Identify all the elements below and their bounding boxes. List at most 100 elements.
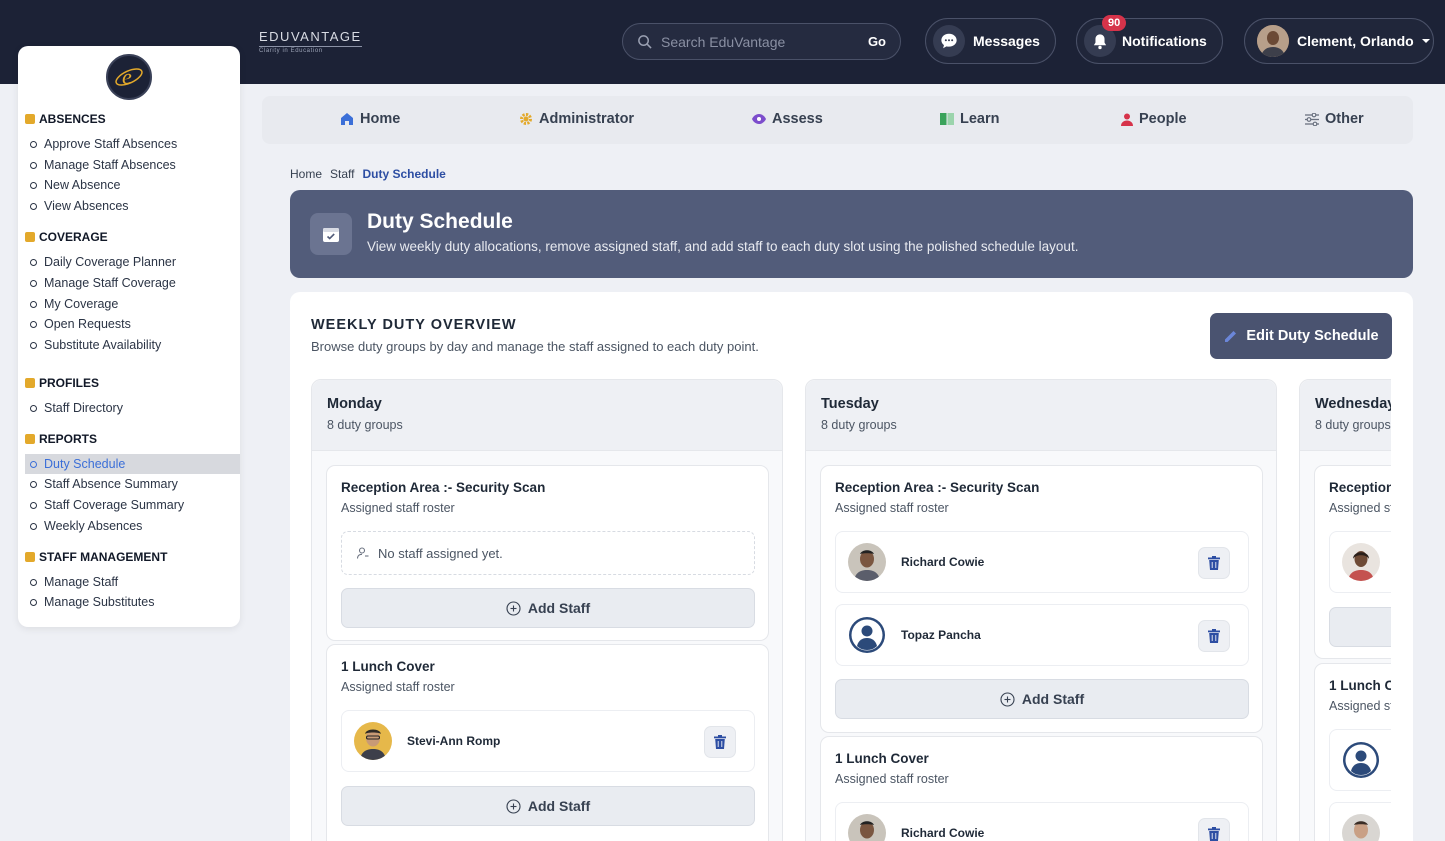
sidebar-item-weekly-absences[interactable]: Weekly Absences bbox=[25, 516, 240, 536]
overview-title: WEEKLY DUTY OVERVIEW bbox=[311, 317, 517, 333]
duty-group-subtitle: Assigned staff roster bbox=[1329, 501, 1391, 515]
sidebar-item-duty-schedule[interactable]: Duty Schedule bbox=[25, 454, 240, 474]
day-name: Monday bbox=[327, 396, 382, 412]
bullet-icon bbox=[30, 578, 37, 586]
bullet-icon bbox=[30, 279, 37, 287]
sidebar-item-staff-directory[interactable]: Staff Directory bbox=[25, 398, 240, 418]
sidebar-item-manage-substitutes[interactable]: Manage Substitutes bbox=[25, 592, 240, 612]
staff-avatar bbox=[1342, 814, 1380, 841]
staff-management-icon bbox=[25, 552, 35, 562]
staff-avatar bbox=[848, 543, 886, 581]
day-group-count: 8 duty groups bbox=[327, 418, 403, 432]
breadcrumb-home[interactable]: Home bbox=[290, 167, 322, 181]
staff-row bbox=[1329, 729, 1391, 791]
nav-assess[interactable]: Assess bbox=[752, 111, 823, 127]
add-staff-button[interactable] bbox=[1329, 607, 1391, 647]
nav-home[interactable]: Home bbox=[340, 111, 400, 127]
breadcrumb: Home Staff Duty Schedule bbox=[290, 167, 446, 181]
sidebar-item-approve-staff-absences[interactable]: Approve Staff Absences bbox=[25, 134, 240, 154]
sidebar-section-staff-management: STAFF MANAGEMENT bbox=[25, 550, 167, 564]
notifications-badge: 90 bbox=[1102, 15, 1127, 31]
trash-icon bbox=[1208, 629, 1220, 643]
nav-administrator[interactable]: Administrator bbox=[519, 111, 634, 127]
staff-name: Topaz Pancha bbox=[901, 628, 981, 642]
remove-staff-button[interactable] bbox=[704, 726, 736, 758]
remove-staff-button[interactable] bbox=[1198, 547, 1230, 579]
bullet-icon bbox=[30, 202, 37, 210]
user-menu-button[interactable]: Clement, Orlando bbox=[1244, 18, 1434, 64]
pencil-icon bbox=[1225, 330, 1237, 342]
edit-duty-schedule-button[interactable]: Edit Duty Schedule bbox=[1210, 313, 1392, 359]
book-icon bbox=[940, 113, 954, 125]
bullet-icon bbox=[30, 501, 37, 509]
day-column-tuesday: Tuesday 8 duty groups Reception Area :- … bbox=[805, 379, 1277, 841]
trash-icon bbox=[714, 735, 726, 749]
add-staff-button[interactable]: Add Staff bbox=[341, 588, 755, 628]
messages-button[interactable]: Messages bbox=[925, 18, 1056, 64]
sidebar-item-new-absence[interactable]: New Absence bbox=[25, 175, 240, 195]
sidebar-item-substitute-availability[interactable]: Substitute Availability bbox=[25, 335, 240, 355]
sidebar-item-manage-staff[interactable]: Manage Staff bbox=[25, 572, 240, 592]
day-column-wednesday: Wednesday 8 duty groups Reception Area :… bbox=[1299, 379, 1391, 841]
add-staff-button[interactable]: Add Staff bbox=[835, 679, 1249, 719]
remove-staff-button[interactable] bbox=[1198, 818, 1230, 841]
user-name: Clement, Orlando bbox=[1297, 33, 1414, 49]
sidebar-item-daily-coverage-planner[interactable]: Daily Coverage Planner bbox=[25, 252, 240, 272]
duty-group: Reception Area :- Security Scan Assigned… bbox=[326, 465, 769, 641]
bullet-icon bbox=[30, 460, 37, 468]
day-header: Tuesday 8 duty groups bbox=[806, 380, 1276, 451]
chevron-down-icon bbox=[1421, 39, 1430, 43]
search-icon bbox=[638, 35, 652, 49]
sliders-icon bbox=[1305, 112, 1319, 126]
chat-icon bbox=[933, 25, 965, 57]
remove-staff-button[interactable] bbox=[1198, 620, 1230, 652]
staff-row bbox=[1329, 531, 1391, 593]
staff-name: Richard Cowie bbox=[901, 555, 985, 569]
bullet-icon bbox=[30, 320, 37, 328]
search-go-button[interactable]: Go bbox=[868, 34, 886, 49]
duty-group-title: Reception Area :- Security Scan bbox=[1329, 480, 1391, 495]
bullet-icon bbox=[30, 598, 37, 606]
sidebar-item-view-absences[interactable]: View Absences bbox=[25, 196, 240, 216]
days-scroller[interactable]: Monday 8 duty groups Reception Area :- S… bbox=[311, 379, 1391, 841]
app-logo[interactable]: e bbox=[106, 54, 152, 100]
day-group-count: 8 duty groups bbox=[1315, 418, 1391, 432]
sidebar-item-open-requests[interactable]: Open Requests bbox=[25, 314, 240, 334]
sidebar-item-my-coverage[interactable]: My Coverage bbox=[25, 294, 240, 314]
sidebar-item-manage-staff-absences[interactable]: Manage Staff Absences bbox=[25, 155, 240, 175]
staff-avatar bbox=[848, 814, 886, 841]
weekly-duty-overview-panel: WEEKLY DUTY OVERVIEW Browse duty groups … bbox=[290, 292, 1413, 841]
duty-group: Reception Area :- Security Scan Assigned… bbox=[1314, 465, 1391, 659]
duty-group-subtitle: Assigned staff roster bbox=[341, 680, 455, 694]
plus-circle-icon bbox=[506, 798, 521, 814]
day-group-count: 8 duty groups bbox=[821, 418, 897, 432]
calendar-icon bbox=[25, 114, 35, 124]
sidebar-section-absences: ABSENCES bbox=[25, 112, 106, 126]
breadcrumb-staff[interactable]: Staff bbox=[330, 167, 354, 181]
id-card-icon bbox=[25, 378, 35, 388]
brand-logo[interactable]: EDUVANTAGE Clarity in Education bbox=[259, 29, 362, 54]
default-avatar-icon bbox=[1342, 741, 1380, 779]
add-staff-button[interactable]: Add Staff bbox=[341, 786, 755, 826]
search-input[interactable] bbox=[661, 33, 868, 50]
coverage-icon bbox=[25, 232, 35, 242]
nav-people[interactable]: People bbox=[1121, 111, 1187, 127]
svg-text:e: e bbox=[122, 64, 132, 89]
duty-group-subtitle: Assigned staff roster bbox=[341, 501, 455, 515]
sidebar-item-manage-staff-coverage[interactable]: Manage Staff Coverage bbox=[25, 273, 240, 293]
nav-other[interactable]: Other bbox=[1305, 111, 1364, 127]
duty-group: 1 Lunch Cover Assigned staff roster Stev… bbox=[326, 644, 769, 841]
home-icon bbox=[341, 113, 353, 125]
nav-learn[interactable]: Learn bbox=[940, 111, 1000, 127]
sidebar-item-staff-absence-summary[interactable]: Staff Absence Summary bbox=[25, 474, 240, 494]
bullet-icon bbox=[30, 522, 37, 530]
sidebar-item-staff-coverage-summary[interactable]: Staff Coverage Summary bbox=[25, 495, 240, 515]
duty-group: 1 Lunch Cover Assigned staff roster Rich… bbox=[820, 736, 1263, 841]
sidebar-section-profiles: PROFILES bbox=[25, 376, 99, 390]
duty-group: 1 Lunch Cover Assigned staff roster bbox=[1314, 663, 1391, 841]
bullet-icon bbox=[30, 404, 37, 412]
sidebar: e ABSENCES Approve Staff Absences Manage… bbox=[18, 46, 240, 627]
notifications-button[interactable]: 90 Notifications bbox=[1076, 15, 1223, 64]
duty-group-subtitle: Assigned staff roster bbox=[835, 501, 949, 515]
bullet-icon bbox=[30, 300, 37, 308]
